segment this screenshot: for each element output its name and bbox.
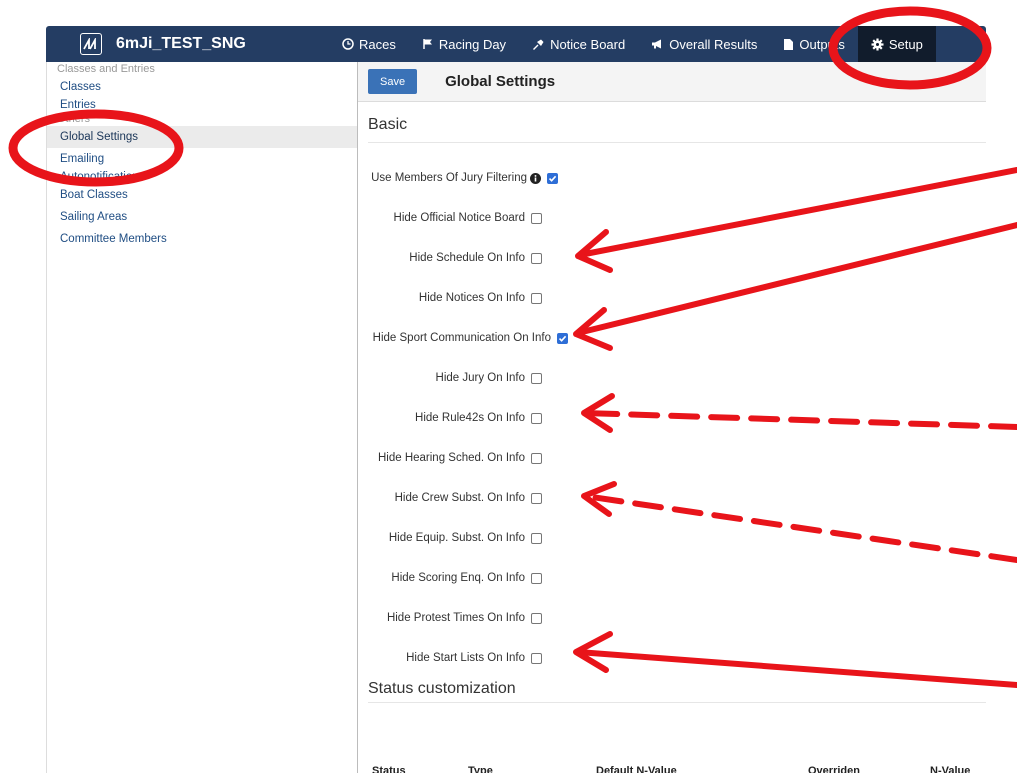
setting-checkbox[interactable] <box>531 492 542 504</box>
main-nav: Races Racing Day Notice Board Overall Re… <box>329 26 936 62</box>
megaphone-icon <box>651 38 664 50</box>
sidebar-item-autonotifications[interactable]: Autonotifications <box>47 170 357 184</box>
sidebar-item-committee-members[interactable]: Committee Members <box>47 228 357 250</box>
setting-row-hide-crew-subst: Hide Crew Subst. On Info <box>358 490 542 506</box>
sidebar-item-entries[interactable]: Entries <box>47 98 357 112</box>
setting-label: Hide Protest Times On Info <box>386 612 525 624</box>
setting-label: Hide Equip. Subst. On Info <box>388 532 525 544</box>
setting-row-hide-scoring-enq: Hide Scoring Enq. On Info <box>358 570 542 586</box>
column-header-overriden: Overriden <box>808 765 860 773</box>
sidebar-group-others: Others <box>57 113 91 125</box>
page-title: Global Settings <box>445 73 556 90</box>
app-name: 6mJi_TEST_SNG <box>116 35 246 52</box>
setting-label: Hide Hearing Sched. On Info <box>377 452 525 464</box>
setting-label: Hide Sport Communication On Info <box>372 332 551 344</box>
nav-notice-board-label: Notice Board <box>550 36 626 52</box>
setting-row-hide-protest-times: Hide Protest Times On Info <box>358 610 542 626</box>
setting-label: Hide Rule42s On Info <box>415 412 525 424</box>
sidebar-item-classes[interactable]: Classes <box>47 76 357 98</box>
nav-racing-day[interactable]: Racing Day <box>409 26 519 62</box>
clock-icon <box>342 38 354 50</box>
section-title-status-customization: Status customization <box>368 680 516 697</box>
main-content: Save Global Settings Basic Use Members O… <box>358 62 986 773</box>
setting-row-hide-rule42s: Hide Rule42s On Info <box>358 410 542 426</box>
setting-label: Hide Official Notice Board <box>393 212 525 224</box>
setting-label: Hide Scoring Enq. On Info <box>391 572 525 584</box>
setting-label: Use Members Of Jury Filtering <box>371 172 527 184</box>
section-divider <box>368 142 986 143</box>
sidebar-item-emailing[interactable]: Emailing <box>47 148 357 170</box>
nav-setup-label: Setup <box>888 36 923 52</box>
setting-row-jury-filtering: Use Members Of Jury Filtering <box>358 170 558 186</box>
save-button[interactable]: Save <box>368 69 418 94</box>
brand[interactable]: 6mJi_TEST_SNG <box>80 33 246 55</box>
setting-row-hide-equip-subst: Hide Equip. Subst. On Info <box>358 530 542 546</box>
nav-notice-board[interactable]: Notice Board <box>519 26 638 62</box>
setting-checkbox[interactable] <box>531 452 542 464</box>
flag-icon <box>422 38 434 50</box>
setting-label: Hide Notices On Info <box>418 292 525 304</box>
setting-checkbox[interactable] <box>531 212 542 224</box>
status-table-header: Status Type Default N-Value Overriden N-… <box>372 765 982 773</box>
setting-checkbox[interactable] <box>531 572 542 584</box>
setting-checkbox[interactable] <box>531 252 542 264</box>
column-header-n-value: N-Value <box>930 765 971 773</box>
setting-checkbox[interactable] <box>557 332 568 344</box>
logo-icon <box>80 33 102 55</box>
nav-overall-results[interactable]: Overall Results <box>638 26 770 62</box>
setting-row-hide-official-notice-board: Hide Official Notice Board <box>358 210 542 226</box>
setting-row-hide-schedule: Hide Schedule On Info <box>358 250 542 266</box>
setting-checkbox[interactable] <box>531 612 542 624</box>
nav-racing-day-label: Racing Day <box>438 36 507 52</box>
gear-icon <box>871 38 884 51</box>
sidebar-group-classes-entries: Classes and Entries <box>57 63 155 75</box>
setting-checkbox[interactable] <box>531 652 542 664</box>
setting-checkbox[interactable] <box>531 292 542 304</box>
setting-label: Hide Schedule On Info <box>409 252 525 264</box>
column-header-type: Type <box>468 765 493 773</box>
nav-setup[interactable]: Setup <box>857 26 936 62</box>
nav-races-label: Races <box>359 36 396 52</box>
section-title-basic: Basic <box>368 116 408 133</box>
document-icon <box>783 38 794 51</box>
setting-checkbox[interactable] <box>531 372 542 384</box>
setting-row-hide-notices: Hide Notices On Info <box>358 290 542 306</box>
nav-overall-results-label: Overall Results <box>669 36 758 52</box>
nav-outputs-label: Outputs <box>799 36 845 52</box>
setting-label: Hide Jury On Info <box>435 372 525 384</box>
column-header-default-n-value: Default N-Value <box>596 765 677 773</box>
setting-checkbox[interactable] <box>531 412 542 424</box>
section-divider <box>368 702 986 703</box>
setting-row-hide-start-lists: Hide Start Lists On Info <box>358 650 542 666</box>
setting-row-hide-hearing-schedule: Hide Hearing Sched. On Info <box>358 450 542 466</box>
top-navbar: 6mJi_TEST_SNG Races Racing Day Notice Bo… <box>46 26 986 62</box>
setting-checkbox[interactable] <box>547 172 558 184</box>
sidebar-item-global-settings[interactable]: Global Settings <box>47 126 357 148</box>
setting-row-hide-sport-communication: Hide Sport Communication On Info <box>358 330 568 346</box>
settings-toolbar: Save Global Settings <box>358 62 986 102</box>
sidebar-item-boat-classes[interactable]: Boat Classes <box>47 184 357 206</box>
nav-races[interactable]: Races <box>329 26 409 62</box>
setting-label: Hide Crew Subst. On Info <box>394 492 525 504</box>
sidebar-item-sailing-areas[interactable]: Sailing Areas <box>47 206 357 228</box>
setting-row-hide-jury: Hide Jury On Info <box>358 370 542 386</box>
setting-checkbox[interactable] <box>531 532 542 544</box>
pin-icon <box>532 38 545 51</box>
setting-label: Hide Start Lists On Info <box>406 652 525 664</box>
column-header-status: Status <box>372 765 406 773</box>
sidebar: Classes and Entries Classes Entries Othe… <box>46 62 358 773</box>
nav-outputs[interactable]: Outputs <box>770 26 858 62</box>
info-icon[interactable] <box>530 172 541 184</box>
